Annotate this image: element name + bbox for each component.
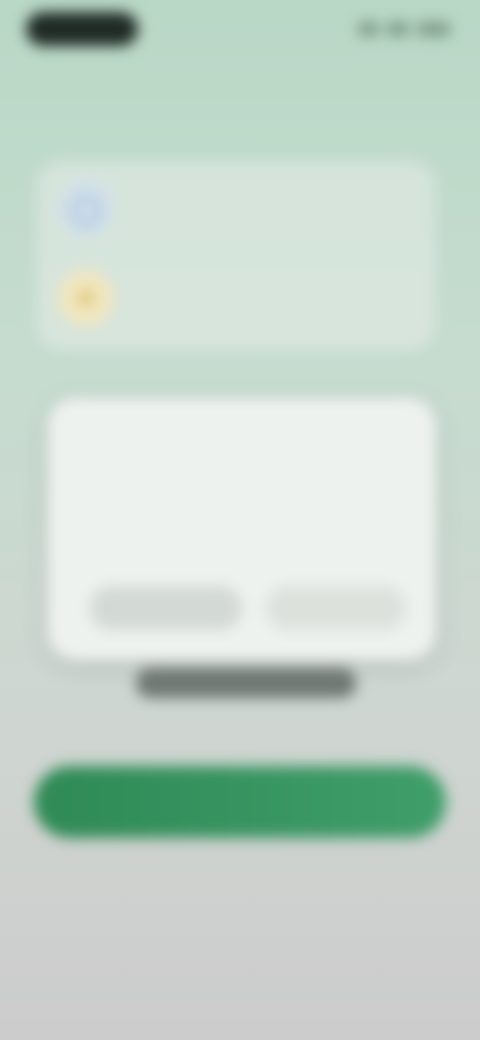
wifi-icon	[387, 22, 409, 36]
globe-icon: ◯	[58, 180, 114, 236]
battery-icon	[416, 22, 450, 36]
status-bar	[0, 0, 480, 60]
perk-item: ☀	[48, 260, 428, 340]
signal-icon	[358, 22, 380, 36]
sun-icon: ☀	[58, 270, 114, 326]
dialog-secondary-button[interactable]	[90, 586, 242, 630]
status-icons	[358, 18, 450, 40]
continue-button[interactable]	[34, 766, 446, 838]
dynamic-island	[26, 12, 138, 46]
overlay-pill	[136, 668, 356, 698]
confirmation-dialog	[48, 398, 436, 660]
blurred-screen: ◯ ☀	[0, 0, 480, 1040]
footer-link[interactable]	[170, 872, 310, 894]
dialog-primary-button[interactable]	[266, 586, 406, 630]
perk-item: ◯	[48, 170, 428, 250]
perks-card: ◯ ☀	[36, 160, 436, 350]
